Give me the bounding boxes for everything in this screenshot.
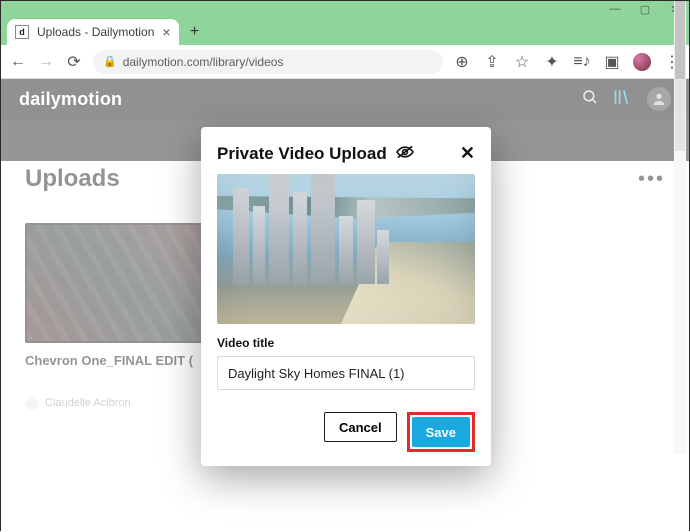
close-tab-icon[interactable]: × bbox=[162, 24, 170, 40]
url-text: dailymotion.com/library/videos bbox=[123, 55, 284, 69]
video-preview bbox=[217, 174, 475, 324]
upload-modal: Private Video Upload ✕ Video title Cance… bbox=[201, 127, 491, 466]
window-titlebar: — ▢ ✕ bbox=[1, 1, 689, 17]
forward-icon[interactable]: → bbox=[37, 53, 55, 71]
save-button[interactable]: Save bbox=[412, 417, 470, 447]
tab-title: Uploads - Dailymotion bbox=[37, 25, 154, 39]
video-title-input[interactable] bbox=[217, 356, 475, 390]
modal-title: Private Video Upload bbox=[217, 144, 387, 164]
address-bar[interactable]: 🔒 dailymotion.com/library/videos bbox=[93, 50, 443, 74]
new-tab-button[interactable]: + bbox=[185, 22, 205, 42]
profile-avatar-icon[interactable] bbox=[633, 53, 651, 71]
star-icon[interactable]: ☆ bbox=[513, 53, 531, 71]
share-icon[interactable]: ⇪ bbox=[483, 53, 501, 71]
save-button-highlight: Save bbox=[407, 412, 475, 452]
favicon-icon: d bbox=[15, 25, 29, 39]
window-maximize-icon[interactable]: ▢ bbox=[639, 3, 651, 15]
browser-tab[interactable]: d Uploads - Dailymotion × bbox=[7, 19, 179, 45]
cancel-button[interactable]: Cancel bbox=[324, 412, 397, 442]
playlist-icon[interactable]: ≡♪ bbox=[573, 53, 591, 71]
close-modal-icon[interactable]: ✕ bbox=[460, 143, 475, 164]
window-minimize-icon[interactable]: — bbox=[609, 3, 621, 15]
panel-icon[interactable]: ▣ bbox=[603, 53, 621, 71]
tab-strip: d Uploads - Dailymotion × + bbox=[1, 17, 689, 45]
extensions-icon[interactable]: ✦ bbox=[543, 53, 561, 71]
lock-icon: 🔒 bbox=[103, 55, 117, 68]
back-icon[interactable]: ← bbox=[9, 53, 27, 71]
video-title-label: Video title bbox=[217, 336, 475, 350]
visibility-off-icon bbox=[395, 144, 415, 164]
reload-icon[interactable]: ⟳ bbox=[65, 53, 83, 71]
browser-toolbar: ← → ⟳ 🔒 dailymotion.com/library/videos ⊕… bbox=[1, 45, 689, 79]
zoom-icon[interactable]: ⊕ bbox=[453, 53, 471, 71]
